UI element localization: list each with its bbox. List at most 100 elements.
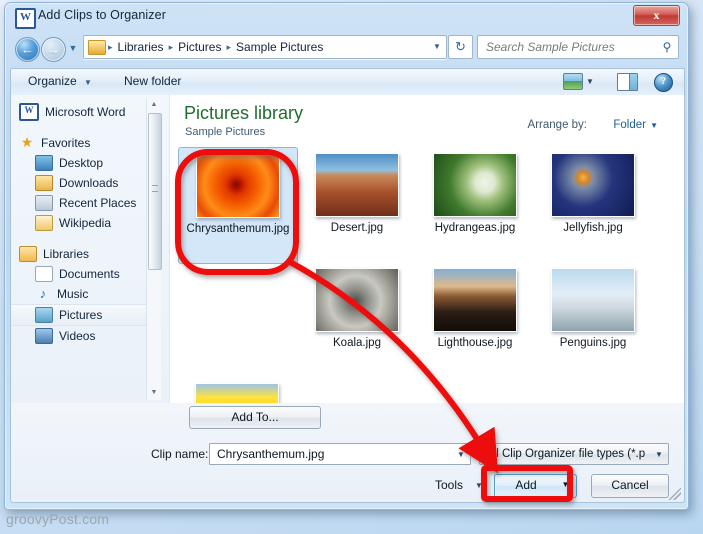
sidebar-item-recent-places[interactable]: Recent Places [11, 193, 151, 213]
file-name-label: Penguins.jpg [559, 337, 627, 349]
videos-icon [35, 328, 53, 344]
breadcrumb-sample-pictures[interactable]: Sample Pictures [233, 40, 326, 54]
forward-arrow-icon: → [47, 42, 60, 57]
sidebar-item-music[interactable]: ♪ Music [11, 284, 151, 304]
file-type-select[interactable]: All Clip Organizer file types (*.p ▼ [479, 443, 669, 465]
sidebar-item-desktop[interactable]: Desktop [11, 153, 151, 173]
file-name-label: Desert.jpg [330, 222, 384, 234]
file-name-label: Jellyfish.jpg [563, 222, 623, 234]
view-options-icon[interactable] [563, 73, 583, 90]
word-icon: W [19, 103, 39, 121]
search-icon[interactable]: ⚲ [656, 40, 678, 54]
pictures-icon [35, 307, 53, 323]
file-name-label: Hydrangeas.jpg [434, 222, 516, 234]
address-bar[interactable]: ▸ Libraries ▸ Pictures ▸ Sample Pictures… [83, 35, 447, 59]
file-grid: Chrysanthemum.jpg Desert.jpg Hydrangeas.jp… [178, 147, 676, 403]
window-title: Add Clips to Organizer [38, 8, 166, 22]
sidebar-item-label: Documents [59, 267, 120, 281]
new-folder-button[interactable]: New folder [124, 74, 181, 88]
scroll-up-button[interactable]: ▲ [147, 98, 161, 112]
navigation-pane-scrollbar[interactable]: ▲ ▼ [146, 98, 162, 400]
add-split-dropdown-button[interactable]: ▼ [555, 474, 577, 498]
scrollbar-thumb[interactable] [148, 113, 162, 270]
chevron-down-icon[interactable]: ▼ [67, 42, 79, 54]
sidebar-item-downloads[interactable]: Downloads [11, 173, 151, 193]
file-tile[interactable]: Koala.jpg [298, 262, 416, 377]
file-thumbnail-image [315, 268, 399, 332]
sidebar-item-documents[interactable]: Documents [11, 264, 151, 284]
wikipedia-icon [35, 215, 53, 231]
title-bar: W Add Clips to Organizer x [5, 3, 688, 30]
resize-grip[interactable] [669, 488, 681, 500]
sidebar-item-pictures[interactable]: Pictures [11, 304, 151, 326]
sidebar-item-favorites[interactable]: ★ Favorites [11, 133, 151, 153]
downloads-icon [35, 175, 53, 191]
navigation-pane-list: W Microsoft Word ★ Favorites Desktop Download… [11, 95, 151, 403]
arrange-by-value[interactable]: Folder [613, 119, 646, 131]
arrange-by-label: Arrange by: [527, 119, 587, 131]
navigation-bar: ← → ▼ ▸ Libraries ▸ Pictures ▸ Sample Pi… [5, 30, 688, 66]
file-thumbnail-image [551, 153, 635, 217]
add-button[interactable]: Add [494, 474, 558, 498]
breadcrumb-separator: ▸ [108, 41, 113, 52]
sidebar-item-label: Libraries [43, 247, 90, 261]
help-icon[interactable]: ? [654, 73, 673, 92]
file-name-label: Lighthouse.jpg [437, 337, 513, 349]
preview-pane-icon[interactable] [617, 73, 638, 91]
file-type-value: All Clip Organizer file types (*.p [486, 448, 646, 460]
breadcrumb-pictures[interactable]: Pictures [175, 40, 224, 54]
organize-menu-button[interactable]: Organize ▼ [28, 74, 92, 88]
file-name-label: Chrysanthemum.jpg [186, 223, 290, 235]
file-tile[interactable]: Desert.jpg [298, 147, 416, 262]
sidebar-item-videos[interactable]: Videos [11, 326, 151, 346]
chevron-down-icon[interactable]: ▼ [650, 121, 658, 130]
add-to-button[interactable]: Add To... [189, 406, 321, 429]
dialog-content: W Microsoft Word ★ Favorites Desktop Download… [10, 95, 685, 404]
breadcrumb-libraries[interactable]: Libraries [115, 40, 167, 54]
sidebar-item-libraries[interactable]: Libraries [11, 244, 151, 264]
sidebar-item-label: Music [57, 287, 89, 301]
navigation-pane: W Microsoft Word ★ Favorites Desktop Download… [11, 95, 170, 403]
search-box[interactable]: ⚲ [477, 35, 679, 59]
back-button[interactable]: ← [15, 37, 40, 62]
close-button[interactable]: x [633, 5, 680, 26]
forward-button[interactable]: → [41, 37, 66, 62]
address-dropdown-icon[interactable]: ▼ [428, 36, 446, 58]
cancel-button[interactable]: Cancel [591, 474, 669, 498]
file-tile[interactable]: Hydrangeas.jpg [416, 147, 534, 262]
sidebar-item-label: Recent Places [59, 196, 137, 210]
word-icon: W [15, 8, 36, 29]
star-icon: ★ [20, 134, 34, 150]
sidebar-item-label: Microsoft Word [45, 105, 126, 119]
file-thumbnail-image [551, 268, 635, 332]
file-tile[interactable]: Jellyfish.jpg [534, 147, 652, 262]
search-input[interactable] [484, 39, 656, 55]
sidebar-item-wikipedia[interactable]: Wikipedia [11, 213, 151, 233]
file-tile[interactable]: Lighthouse.jpg [416, 262, 534, 377]
folder-icon [88, 39, 106, 55]
clip-name-combobox[interactable]: ▼ [209, 443, 471, 465]
tools-menu-button[interactable]: Tools [435, 478, 463, 492]
file-tile[interactable]: Chrysanthemum.jpg [178, 147, 298, 264]
desktop-icon [35, 155, 53, 171]
file-tile[interactable]: Penguins.jpg [534, 262, 652, 377]
libraries-icon [19, 246, 37, 262]
scroll-down-button[interactable]: ▼ [147, 386, 161, 400]
sidebar-item-microsoft-word[interactable]: W Microsoft Word [11, 102, 151, 122]
file-name-label: Koala.jpg [333, 337, 381, 349]
refresh-icon[interactable]: ↻ [448, 35, 473, 59]
library-title: Pictures library [184, 103, 304, 123]
file-tile[interactable]: Tulips.jpg [178, 377, 296, 403]
back-arrow-icon: ← [21, 42, 34, 57]
file-thumbnail-image [433, 268, 517, 332]
clip-name-input[interactable] [215, 446, 452, 462]
sidebar-item-label: Pictures [59, 308, 103, 322]
clip-name-label: Clip name: [151, 447, 209, 461]
chevron-down-icon[interactable]: ▼ [475, 481, 483, 490]
file-thumbnail-image [433, 153, 517, 217]
chevron-down-icon[interactable]: ▼ [452, 450, 470, 459]
chevron-down-icon[interactable]: ▼ [586, 77, 594, 86]
watermark: groovyPost.com [6, 511, 110, 527]
organize-label: Organize [28, 74, 77, 88]
